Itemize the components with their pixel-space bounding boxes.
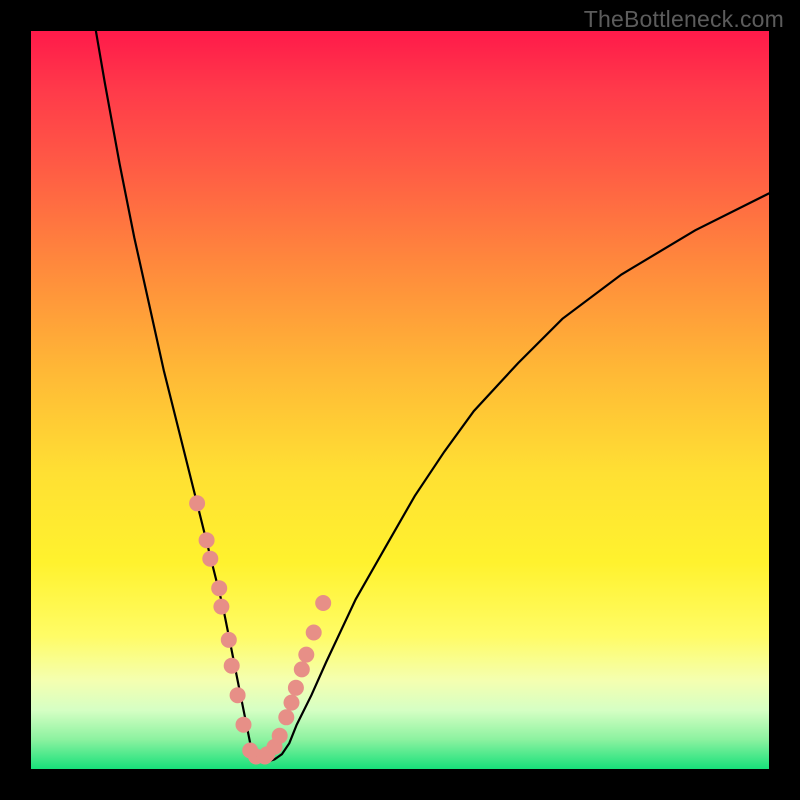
- marker-dot: [298, 647, 314, 663]
- watermark-text: TheBottleneck.com: [584, 6, 784, 33]
- marker-dot: [230, 687, 246, 703]
- marker-dot: [294, 661, 310, 677]
- marker-dot: [224, 658, 240, 674]
- marker-dot: [236, 717, 252, 733]
- marker-dot: [284, 695, 300, 711]
- plot-area: [31, 31, 769, 769]
- marker-dot: [189, 495, 205, 511]
- marker-dot: [221, 632, 237, 648]
- marker-dot: [272, 728, 288, 744]
- curve-markers: [189, 495, 331, 764]
- marker-dot: [306, 625, 322, 641]
- marker-dot: [211, 580, 227, 596]
- marker-dot: [213, 599, 229, 615]
- chart-frame: TheBottleneck.com: [0, 0, 800, 800]
- marker-dot: [288, 680, 304, 696]
- marker-dot: [199, 532, 215, 548]
- marker-dot: [278, 709, 294, 725]
- curve-line: [96, 31, 769, 762]
- marker-dot: [315, 595, 331, 611]
- chart-svg: [31, 31, 769, 769]
- marker-dot: [202, 551, 218, 567]
